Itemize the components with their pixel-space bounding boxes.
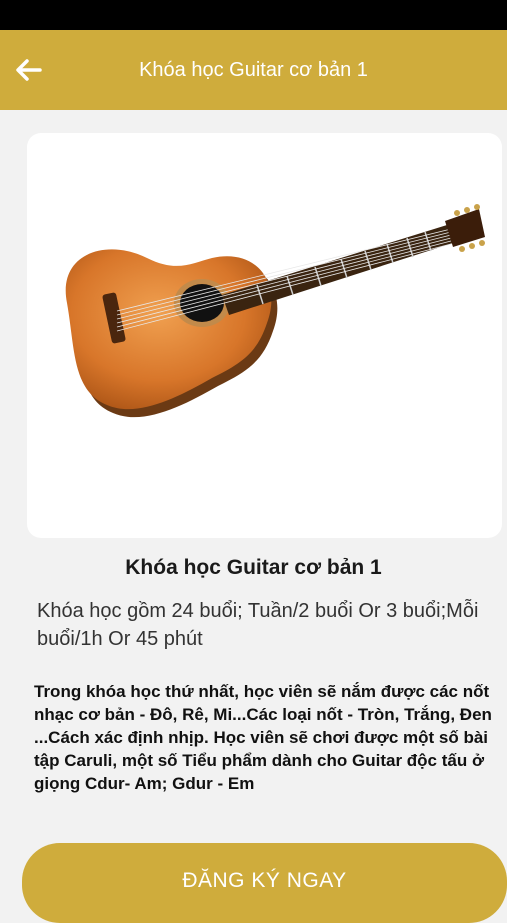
register-button[interactable]: ĐĂNG KÝ NGAY	[22, 843, 507, 923]
course-description: Trong khóa học thứ nhất, học viên sẽ nắm…	[34, 682, 492, 793]
arrow-left-icon	[16, 59, 42, 81]
guitar-image	[65, 204, 485, 418]
course-title: Khóa học Guitar cơ bản 1	[125, 556, 382, 579]
course-schedule: Khóa học gồm 24 buổi; Tuần/2 buổi Or 3 b…	[37, 600, 479, 650]
app-header: Khóa học Guitar cơ bản 1	[0, 30, 507, 110]
status-bar	[0, 0, 507, 30]
course-image-card	[27, 133, 502, 538]
back-button[interactable]	[10, 52, 46, 88]
page-title: Khóa học Guitar cơ bản 1	[139, 58, 368, 81]
